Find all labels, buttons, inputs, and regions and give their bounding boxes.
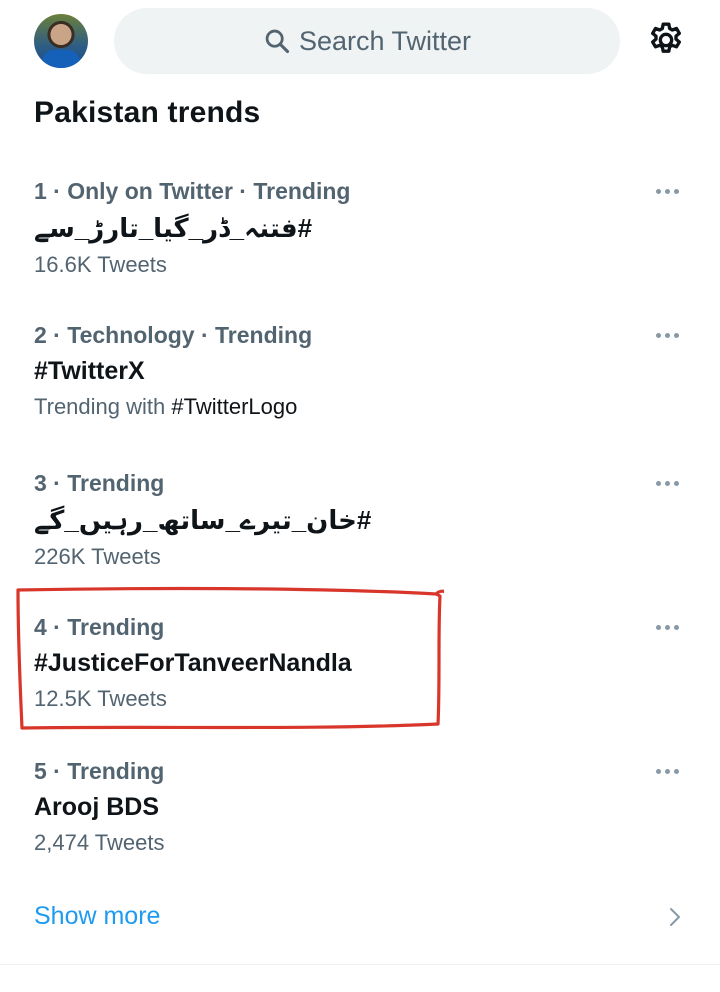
search-placeholder: Search Twitter	[298, 25, 472, 56]
trend-tweet-count: 226K Tweets	[34, 544, 161, 569]
search-icon	[265, 29, 289, 54]
gear-icon[interactable]	[646, 20, 686, 60]
trend-meta: 2 · Technology · Trending	[34, 322, 313, 348]
trend-tweet-count: 2,474 Tweets	[34, 830, 165, 855]
trend-meta: 5 · Trending	[34, 758, 165, 784]
trend-name: Arooj BDS	[34, 793, 159, 821]
chevron-right-icon[interactable]	[664, 904, 686, 930]
trend-meta: 1 · Only on Twitter · Trending	[34, 178, 351, 204]
trend-tweet-count: 12.5K Tweets	[34, 686, 167, 711]
trend-name: #خان_تیرے_ساتھ_رہیں_گے	[34, 505, 372, 535]
trend-item-1[interactable]: 1 · Only on Twitter · Trending #فتنہ_ڈر_…	[34, 178, 674, 278]
show-more-link[interactable]: Show more	[34, 902, 160, 931]
more-options-icon[interactable]	[656, 478, 686, 488]
trend-item-2[interactable]: 2 · Technology · Trending #TwitterX Tren…	[34, 322, 674, 420]
more-options-icon[interactable]	[656, 622, 686, 632]
avatar-shirt	[42, 50, 80, 68]
trend-name: #JusticeForTanveerNandla	[34, 649, 352, 677]
trend-context-tag: #TwitterLogo	[171, 394, 298, 419]
avatar[interactable]	[34, 14, 88, 68]
trend-tweet-count: 16.6K Tweets	[34, 252, 167, 277]
trend-context: Trending with #TwitterLogo	[34, 394, 674, 420]
trend-item-5[interactable]: 5 · Trending Arooj BDS 2,474 Tweets	[34, 758, 674, 856]
trend-item-4[interactable]: 4 · Trending #JusticeForTanveerNandla 12…	[34, 614, 674, 712]
trend-meta: 3 · Trending	[34, 470, 165, 496]
page-title: Pakistan trends	[34, 96, 261, 129]
more-options-icon[interactable]	[656, 186, 686, 196]
divider	[0, 964, 720, 965]
more-options-icon[interactable]	[656, 766, 686, 776]
trend-context-prefix: Trending with	[34, 394, 172, 419]
trend-meta: 4 · Trending	[34, 614, 165, 640]
trend-name: #TwitterX	[34, 357, 145, 385]
trend-item-3[interactable]: 3 · Trending #خان_تیرے_ساتھ_رہیں_گے 226K…	[34, 470, 674, 570]
search-bar[interactable]: Search Twitter	[114, 8, 620, 74]
more-options-icon[interactable]	[656, 330, 686, 340]
trend-name: #فتنہ_ڈر_گیا_تارڑ_سے	[34, 213, 313, 243]
